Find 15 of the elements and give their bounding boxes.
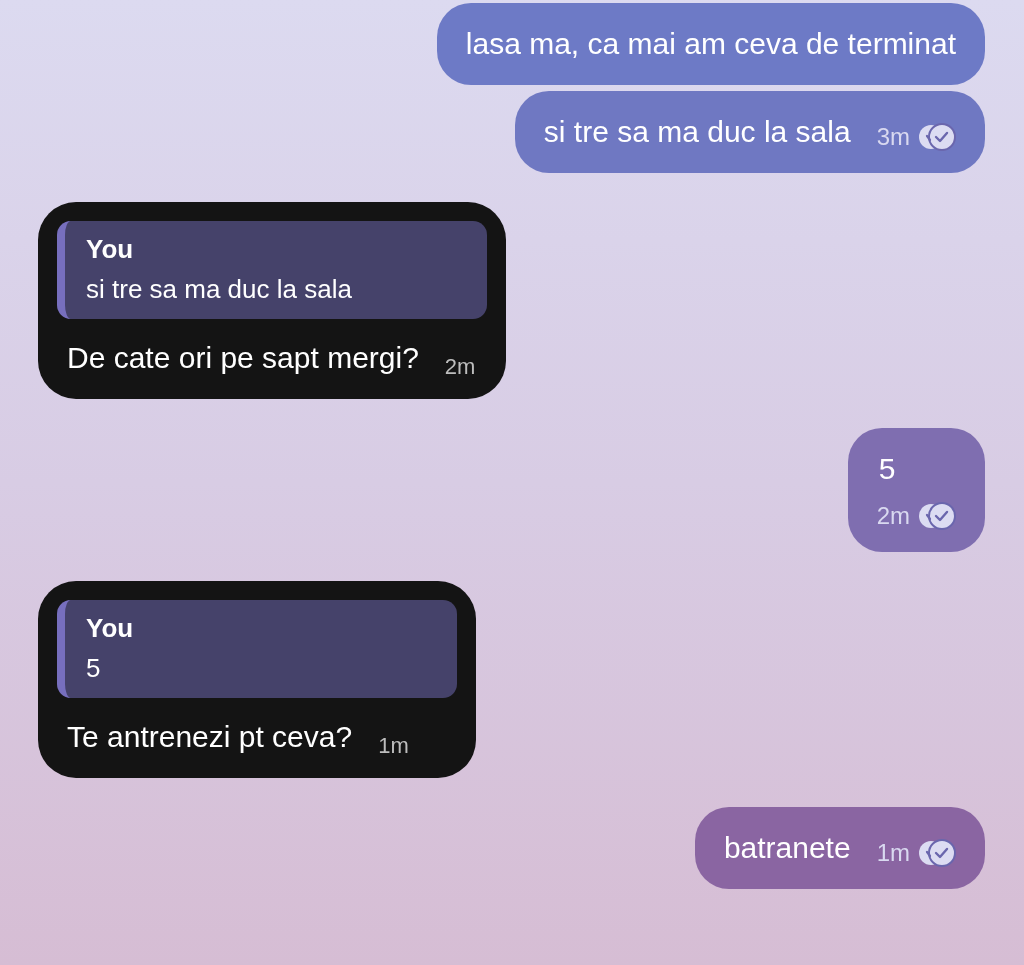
message-time: 2m (444, 353, 476, 381)
message-time: 1m (378, 732, 409, 760)
message-text: si tre sa ma duc la sala (543, 114, 851, 150)
message-text: Te antrenezi pt ceva? (67, 719, 353, 755)
message-time: 3m (876, 122, 910, 152)
quote-text: 5 (86, 652, 102, 684)
quote-text: si tre sa ma duc la sala (86, 273, 353, 305)
message-text: De cate ori pe sapt mergi? (67, 340, 419, 376)
message-text: 5 (877, 451, 896, 487)
quote-author: You (86, 233, 135, 265)
message-text: batranete (723, 830, 851, 866)
message-text: lasa ma, ca mai am ceva de terminat (465, 26, 956, 62)
message-time: 2m (876, 501, 910, 531)
quote-author: You (86, 612, 135, 644)
message-time: 1m (876, 838, 910, 868)
